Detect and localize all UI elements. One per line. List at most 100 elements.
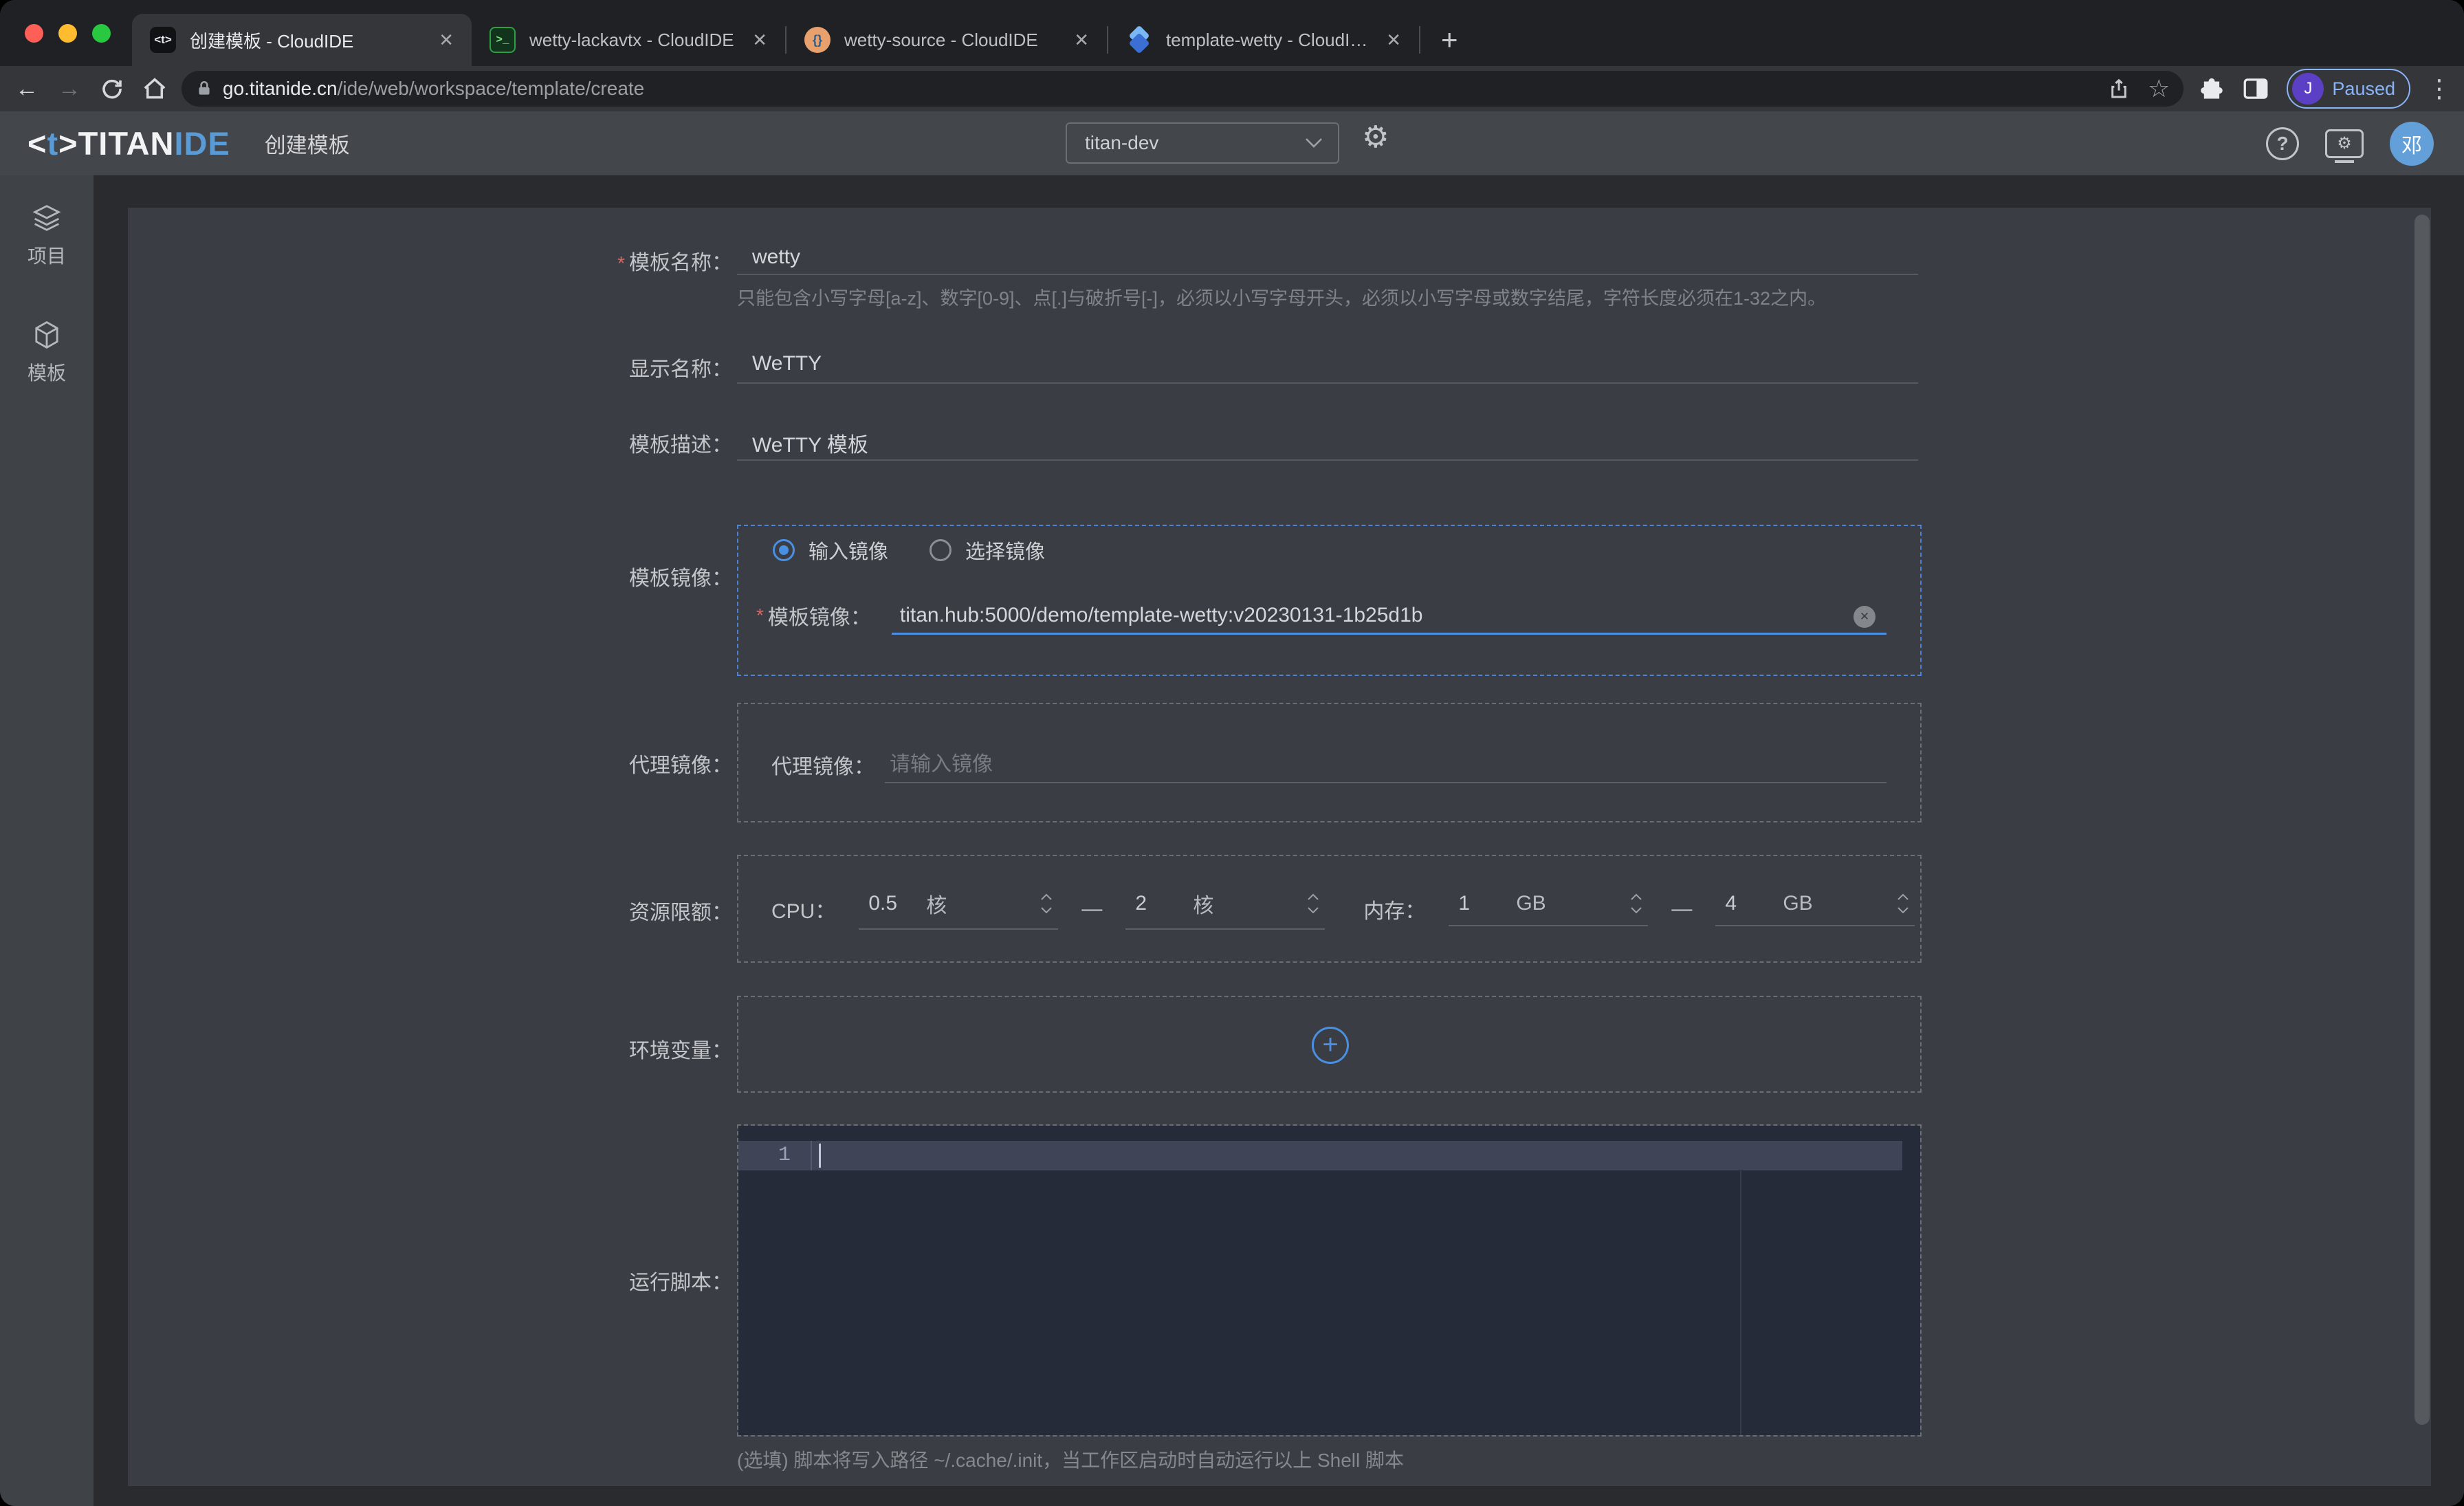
- tab-divider: [1419, 26, 1420, 54]
- system-settings-icon[interactable]: ⚙: [2325, 129, 2364, 158]
- radio-select-image[interactable]: 选择镜像: [930, 536, 1045, 565]
- resource-quota-box: CPU： 0.5 核 — 2 核: [737, 855, 1922, 963]
- sidebar-item-label: 模板: [28, 362, 66, 384]
- stepper-arrows-icon[interactable]: [1307, 893, 1319, 914]
- line-number: 1: [738, 1141, 800, 1170]
- layers-favicon-icon: [1126, 27, 1152, 53]
- content-panel: *模板名称： wetty 只能包含小写字母[a-z]、数字[0-9]、点[.]与…: [128, 208, 2431, 1486]
- tab-template-wetty[interactable]: template-wetty - CloudIDE ✕: [1108, 14, 1419, 66]
- url-text: go.titanide.cn/ide/web/workspace/templat…: [223, 78, 644, 100]
- cpu-label: CPU：: [771, 894, 835, 924]
- proxy-input-underline: [885, 782, 1886, 783]
- editor-ruler: [1740, 1171, 1741, 1435]
- add-env-var-button[interactable]: +: [1312, 1027, 1349, 1064]
- close-tab-icon[interactable]: ✕: [439, 30, 454, 51]
- help-icon[interactable]: ?: [2266, 127, 2299, 160]
- stepper-arrows-icon[interactable]: [1040, 893, 1053, 914]
- page-title: 创建模板: [265, 128, 350, 159]
- new-tab-button[interactable]: +: [1441, 14, 1458, 66]
- titanide-favicon-icon: <t>: [150, 27, 176, 53]
- tab-wetty-lackavtx[interactable]: >_ wetty-lackavtx - CloudIDE ✕: [472, 14, 785, 66]
- address-bar[interactable]: go.titanide.cn/ide/web/workspace/templat…: [182, 71, 2184, 107]
- traffic-lights: [25, 24, 111, 43]
- inner-image-label: 模板镜像：: [768, 600, 871, 631]
- minimize-window-button[interactable]: [58, 24, 77, 43]
- tab-create-template[interactable]: <t> 创建模板 - CloudIDE ✕: [132, 14, 472, 66]
- workspace-select[interactable]: titan-dev: [1066, 122, 1339, 164]
- mem-min-stepper[interactable]: 1 GB: [1449, 892, 1648, 926]
- sync-status: Paused: [2332, 78, 2395, 100]
- memory-label: 内存：: [1363, 894, 1425, 924]
- user-avatar[interactable]: 邓: [2390, 122, 2434, 166]
- app-header: <t>TITANIDE 创建模板 titan-dev ⚙ ? ⚙ 邓: [0, 111, 2464, 175]
- close-tab-icon[interactable]: ✕: [752, 30, 767, 51]
- env-vars-box: +: [737, 996, 1922, 1093]
- home-button[interactable]: [139, 73, 170, 105]
- display-name-input[interactable]: WeTTY: [752, 352, 822, 375]
- tab-title: template-wetty - CloudIDE: [1166, 30, 1368, 51]
- field-label-image: 模板镜像：: [128, 561, 732, 591]
- titanide-logo: <t>TITANIDE: [28, 124, 230, 162]
- cube-icon: [29, 317, 65, 353]
- tab-wetty-source[interactable]: {} wetty-source - CloudIDE ✕: [786, 14, 1107, 66]
- tab-bar: <t> 创建模板 - CloudIDE ✕ >_ wetty-lackavtx …: [0, 0, 2464, 66]
- description-underline: [737, 459, 1918, 461]
- settings-gear-icon[interactable]: ⚙: [1362, 120, 1389, 155]
- stepper-arrows-icon[interactable]: [1897, 893, 1909, 914]
- sidebar-item-templates[interactable]: 模板: [0, 317, 94, 386]
- template-image-box: 输入镜像 选择镜像 * 模板镜像： ✕: [737, 525, 1922, 676]
- left-sidebar: 项目 模板: [0, 175, 94, 1506]
- profile-chip[interactable]: J Paused: [2287, 69, 2410, 109]
- browser-toolbar: ← → go.titanide.cn/ide/web/workspace/tem…: [0, 66, 2464, 111]
- radio-label: 输入镜像: [808, 536, 888, 565]
- tab-title: 创建模板 - CloudIDE: [190, 28, 421, 53]
- description-input[interactable]: WeTTY 模板: [752, 428, 868, 458]
- stepper-arrows-icon[interactable]: [1630, 893, 1642, 914]
- image-input-underline-focused: [892, 633, 1886, 635]
- cpu-max-stepper[interactable]: 2 核: [1125, 888, 1325, 930]
- main-area: 项目 模板 *模板名称： wetty 只能包含小写字母[a-z]、数字[0-9]…: [0, 175, 2464, 1506]
- mem-max-stepper[interactable]: 4 GB: [1715, 892, 1915, 926]
- reload-button[interactable]: [96, 73, 128, 105]
- close-tab-icon[interactable]: ✕: [1074, 30, 1089, 51]
- browser-menu-icon[interactable]: ⋮: [2427, 74, 2452, 103]
- extensions-puzzle-icon[interactable]: [2196, 74, 2225, 103]
- share-icon[interactable]: [2108, 76, 2130, 101]
- forward-button[interactable]: →: [54, 73, 85, 105]
- cpu-min-stepper[interactable]: 0.5 核: [859, 888, 1058, 930]
- sidebar-item-projects[interactable]: 项目: [0, 200, 94, 269]
- scrollbar-thumb[interactable]: [2414, 215, 2430, 1425]
- editor-cursor: [819, 1144, 821, 1168]
- run-script-box: 1: [737, 1124, 1922, 1437]
- close-tab-icon[interactable]: ✕: [1386, 30, 1401, 51]
- close-window-button[interactable]: [25, 24, 43, 43]
- tab-strip: <t> 创建模板 - CloudIDE ✕ >_ wetty-lackavtx …: [132, 14, 1458, 66]
- name-input[interactable]: wetty: [752, 245, 800, 269]
- radio-selected-icon: [773, 539, 795, 561]
- inner-proxy-label: 代理镜像：: [771, 750, 874, 780]
- chevron-down-icon: [1305, 138, 1323, 149]
- radio-input-image[interactable]: 输入镜像: [773, 536, 888, 565]
- mem-max-value: 4: [1725, 892, 1783, 915]
- bookmark-star-icon[interactable]: ☆: [2148, 74, 2170, 103]
- mem-min-unit: GB: [1516, 892, 1546, 915]
- template-image-input[interactable]: [900, 604, 1835, 627]
- profile-avatar: J: [2292, 73, 2324, 105]
- proxy-image-box: 代理镜像：: [737, 703, 1922, 822]
- script-code-editor[interactable]: 1: [738, 1126, 1920, 1435]
- cpu-max-unit: 核: [1193, 888, 1213, 919]
- tab-title: wetty-lackavtx - CloudIDE: [529, 30, 734, 51]
- monitor-gear-glyph: ⚙: [2337, 133, 2352, 153]
- side-panel-icon[interactable]: [2241, 74, 2270, 103]
- zoom-window-button[interactable]: [92, 24, 111, 43]
- layers-icon: [29, 200, 65, 236]
- field-label-display-name: 显示名称：: [128, 352, 732, 382]
- clear-input-icon[interactable]: ✕: [1854, 606, 1876, 628]
- range-dash: —: [1081, 897, 1102, 921]
- sidebar-item-label: 项目: [28, 245, 66, 267]
- proxy-image-input[interactable]: [890, 753, 1838, 776]
- name-input-underline: [737, 274, 1918, 275]
- back-button[interactable]: ←: [11, 73, 43, 105]
- gutter-divider: [811, 1141, 812, 1170]
- code-favicon-icon: {}: [804, 27, 830, 53]
